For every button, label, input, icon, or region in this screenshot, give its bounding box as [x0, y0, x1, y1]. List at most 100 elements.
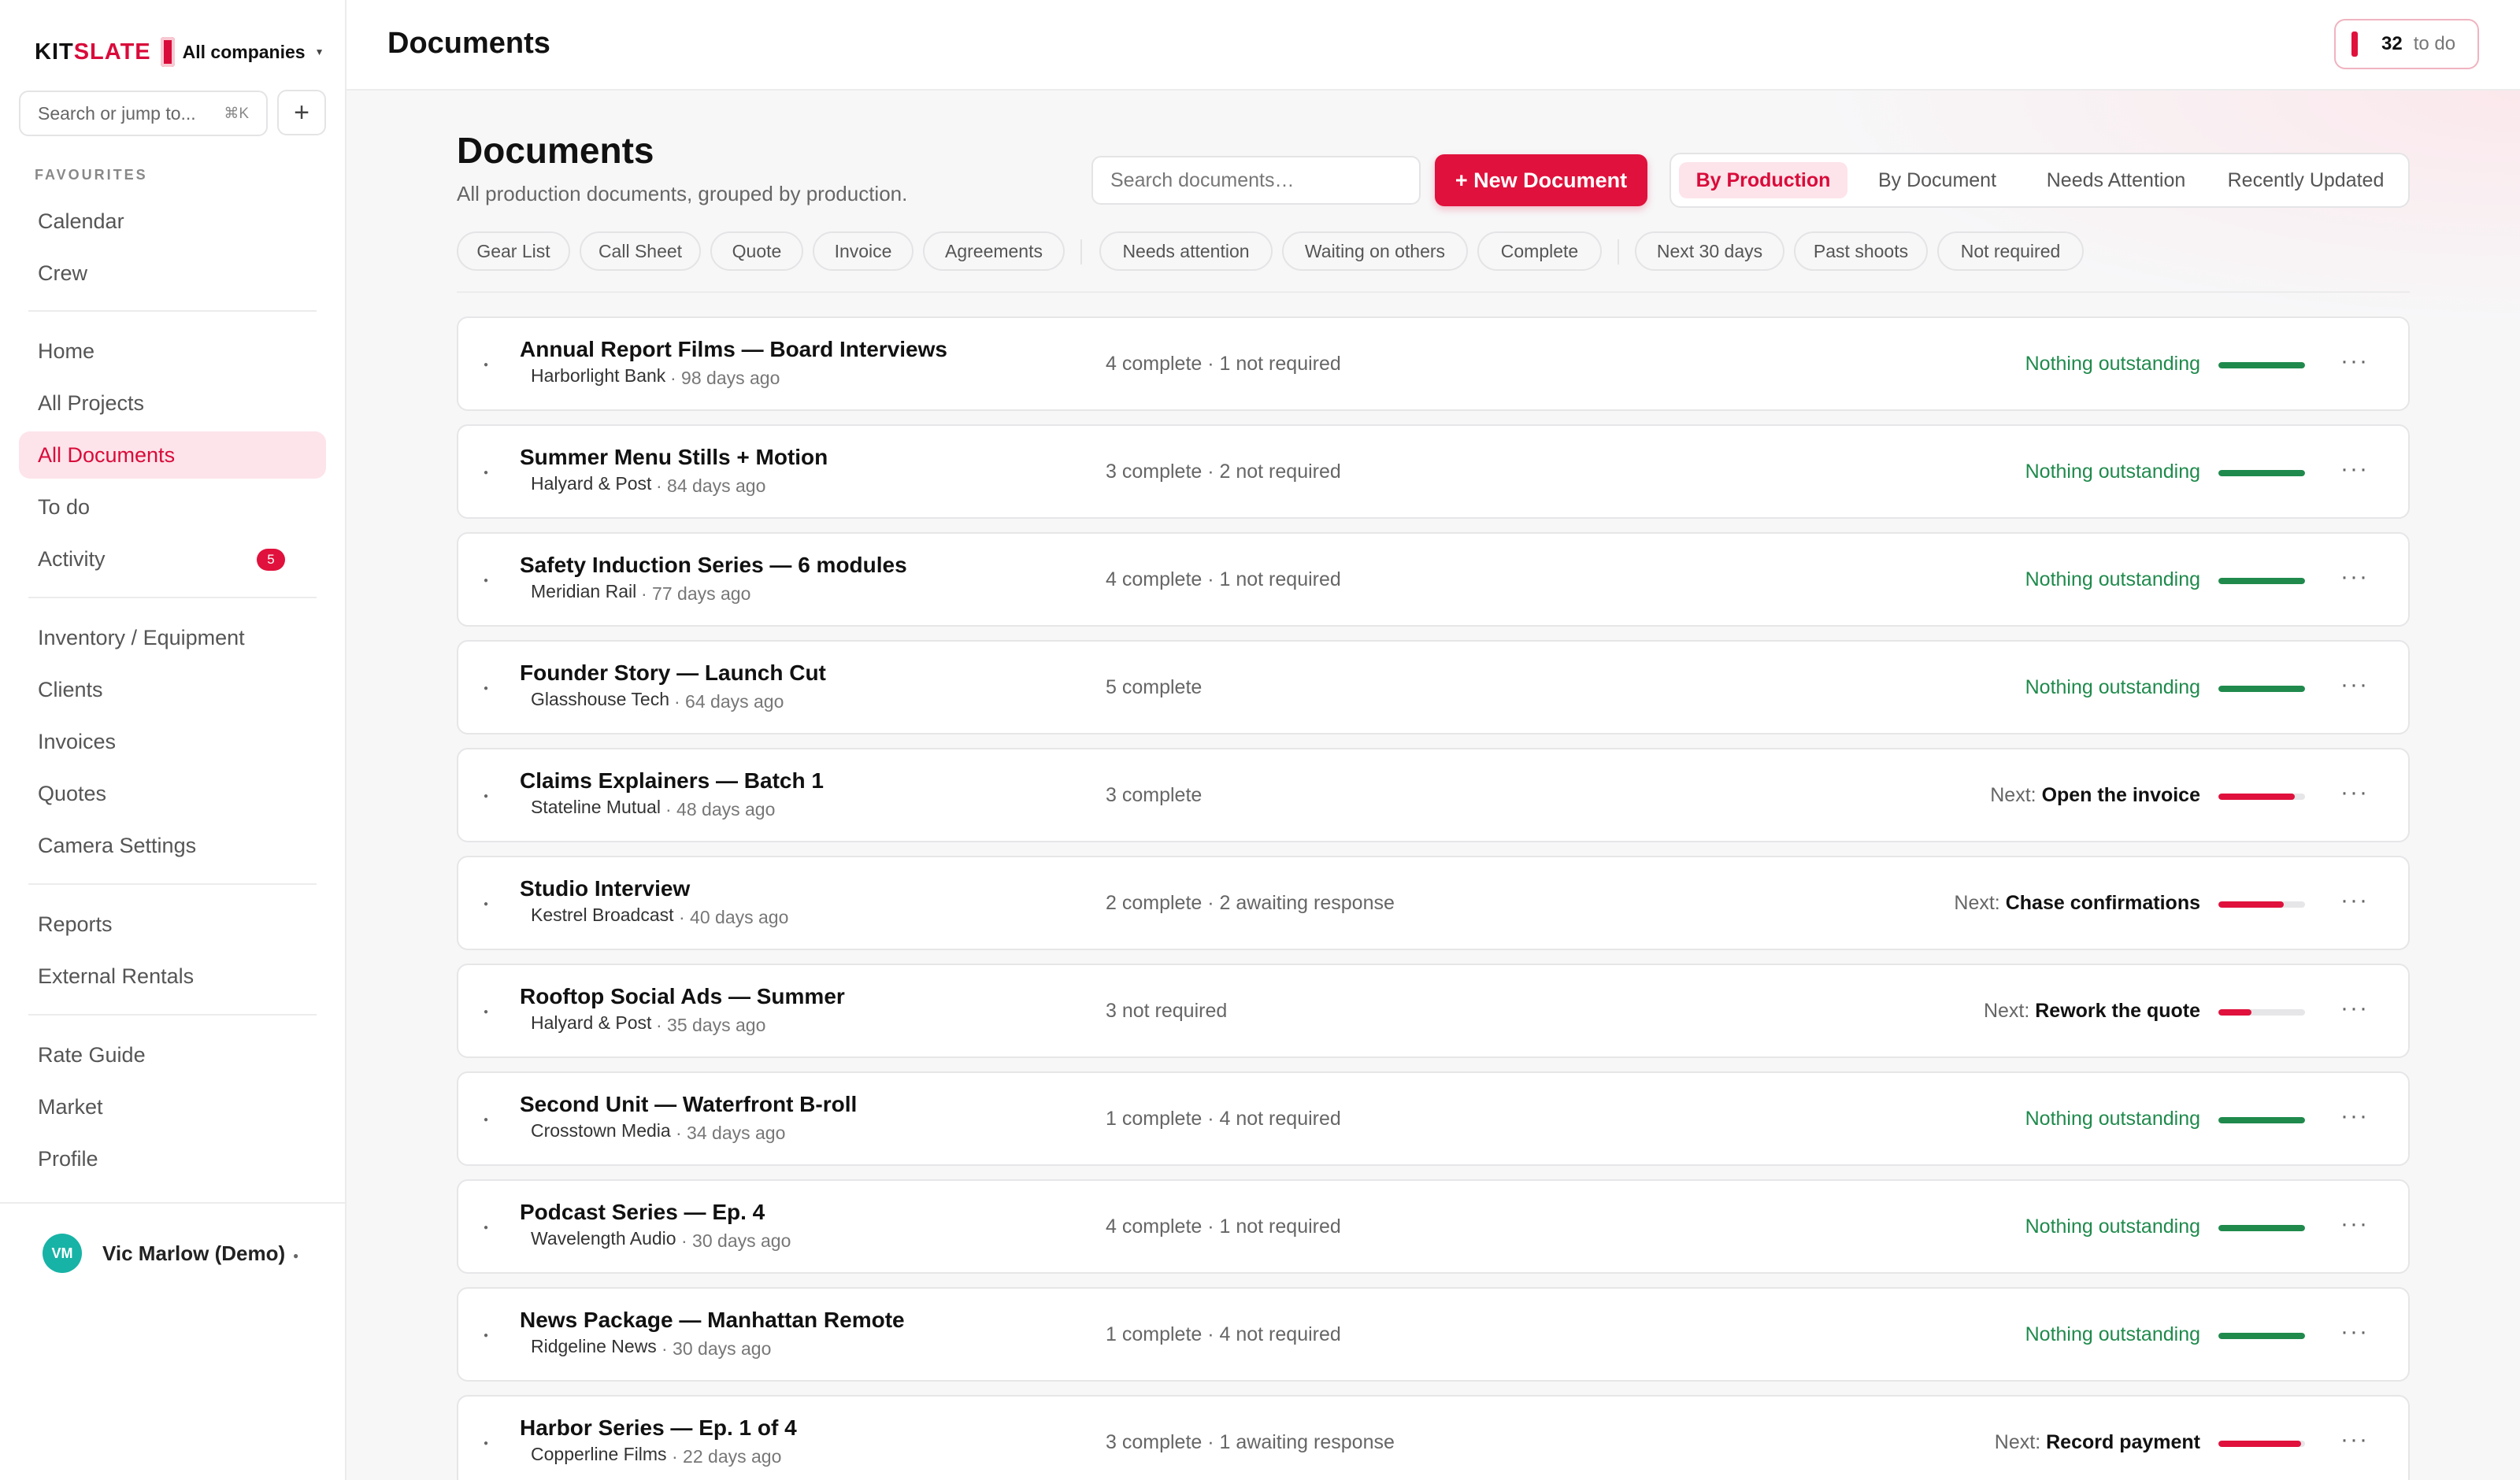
more-options-icon[interactable]: ··· — [2340, 456, 2369, 483]
filter-chip-complete[interactable]: Complete — [1477, 231, 1602, 271]
expand-chevron-icon[interactable]: ● — [484, 576, 488, 585]
more-options-icon[interactable]: ··· — [2340, 1211, 2369, 1238]
sidebar-divider — [28, 1014, 317, 1016]
sidebar-item-calendar[interactable]: Calendar — [19, 198, 326, 245]
production-row[interactable]: ● News Package — Manhattan Remote Ridgelin… — [457, 1287, 2410, 1382]
user-menu-indicator-icon[interactable]: ● — [293, 1250, 298, 1261]
expand-chevron-icon[interactable]: ● — [484, 468, 488, 477]
production-title: Rooftop Social Ads — Summer — [520, 984, 845, 1008]
more-options-icon[interactable]: ··· — [2340, 887, 2369, 914]
expand-chevron-icon[interactable]: ● — [484, 684, 488, 693]
production-row[interactable]: ● Studio Interview Kestrel Broadcast · 40 d… — [457, 856, 2410, 950]
next-action: Nothing outstanding — [2025, 676, 2200, 699]
production-row[interactable]: ● Summer Menu Stills + Motion Halyard & Po… — [457, 424, 2410, 519]
sidebar-item-invoices[interactable]: Invoices — [19, 718, 326, 765]
next-action-text: Nothing outstanding — [2025, 1215, 2200, 1238]
production-row[interactable]: ● Harbor Series — Ep. 1 of 4 Copperline Fi… — [457, 1395, 2410, 1480]
sidebar-item-reports[interactable]: Reports — [19, 901, 326, 948]
new-document-button[interactable]: + New Document — [1435, 154, 1647, 206]
production-title: Harbor Series — Ep. 1 of 4 — [520, 1415, 797, 1440]
progress-bar — [2218, 1441, 2305, 1447]
next-action[interactable]: Next: Record payment — [1995, 1431, 2200, 1454]
production-row[interactable]: ● Rooftop Social Ads — Summer Halyard & Po… — [457, 964, 2410, 1058]
more-options-icon[interactable]: ··· — [2340, 1319, 2369, 1345]
production-row[interactable]: ● Podcast Series — Ep. 4 Wavelength Audio ·… — [457, 1179, 2410, 1274]
sidebar-item-quotes[interactable]: Quotes — [19, 770, 326, 817]
more-options-icon[interactable]: ··· — [2340, 779, 2369, 806]
production-row[interactable]: ● Claims Explainers — Batch 1 Stateline Mu… — [457, 748, 2410, 842]
production-row[interactable]: ● Safety Induction Series — 6 modules Meri… — [457, 532, 2410, 627]
expand-chevron-icon[interactable]: ● — [484, 792, 488, 801]
expand-chevron-icon[interactable]: ● — [484, 1008, 488, 1016]
quick-add-button[interactable]: + — [277, 90, 326, 135]
filter-chip-needs-attention[interactable]: Needs attention — [1099, 231, 1273, 271]
sidebar-item-inventory[interactable]: Inventory / Equipment — [19, 614, 326, 661]
production-title: Summer Menu Stills + Motion — [520, 445, 828, 469]
production-row[interactable]: ● Annual Report Films — Board Interviews H… — [457, 316, 2410, 411]
filter-chip-call-sheet[interactable]: Call Sheet — [580, 231, 701, 271]
filter-chip-past-shoots[interactable]: Past shoots — [1794, 231, 1928, 271]
sidebar-item-all-projects[interactable]: All Projects — [19, 379, 326, 427]
production-title: News Package — Manhattan Remote — [520, 1308, 905, 1332]
filter-chip-not-required[interactable]: Not required — [1937, 231, 2084, 271]
sidebar-item-to-do[interactable]: To do — [19, 483, 326, 531]
production-row[interactable]: ● Second Unit — Waterfront B-roll Crosstow… — [457, 1071, 2410, 1166]
sidebar-item-activity[interactable]: Activity 5 — [19, 535, 326, 583]
next-action-text: Rework the quote — [2035, 1000, 2200, 1022]
todo-counter-button[interactable]: 32 to do — [2334, 19, 2479, 69]
sidebar-item-profile[interactable]: Profile — [19, 1135, 326, 1182]
sidebar-item-camera-settings[interactable]: Camera Settings — [19, 822, 326, 869]
filter-chip-next-30-days[interactable]: Next 30 days — [1635, 231, 1784, 271]
sidebar-item-market[interactable]: Market — [19, 1083, 326, 1130]
next-action: Nothing outstanding — [2025, 461, 2200, 483]
expand-chevron-icon[interactable]: ● — [484, 1331, 488, 1340]
document-status-summary: 2 complete · 2 awaiting response — [1106, 892, 1395, 914]
global-search-input[interactable]: Search or jump to... ⌘K — [19, 91, 268, 136]
document-status-summary: 1 complete · 4 not required — [1106, 1108, 1341, 1130]
production-age: · 48 days ago — [665, 799, 776, 820]
favourites-heading: FAVOURITES — [35, 167, 148, 183]
next-action[interactable]: Next: Chase confirmations — [1954, 892, 2200, 915]
sidebar-item-clients[interactable]: Clients — [19, 666, 326, 713]
expand-chevron-icon[interactable]: ● — [484, 1223, 488, 1232]
document-status-summary: 4 complete · 1 not required — [1106, 1215, 1341, 1238]
company-switcher[interactable]: KITSLATE All companies ▼ — [35, 36, 324, 68]
sidebar-item-rate-guide[interactable]: Rate Guide — [19, 1031, 326, 1079]
sidebar-item-home[interactable]: Home — [19, 327, 326, 375]
more-options-icon[interactable]: ··· — [2340, 1426, 2369, 1453]
user-menu[interactable]: VM Vic Marlow (Demo) — [43, 1234, 285, 1273]
expand-chevron-icon[interactable]: ● — [484, 361, 488, 369]
more-options-icon[interactable]: ··· — [2340, 564, 2369, 590]
production-client: Wavelength Audio — [531, 1228, 676, 1249]
app-logo: KITSLATE — [35, 39, 151, 65]
next-action[interactable]: Next: Open the invoice — [1990, 784, 2200, 807]
production-title: Podcast Series — Ep. 4 — [520, 1200, 765, 1224]
filter-chip-quote[interactable]: Quote — [710, 231, 803, 271]
more-options-icon[interactable]: ··· — [2340, 672, 2369, 698]
filter-chip-invoice[interactable]: Invoice — [813, 231, 914, 271]
more-options-icon[interactable]: ··· — [2340, 995, 2369, 1022]
sidebar-divider — [0, 1202, 346, 1204]
expand-chevron-icon[interactable]: ● — [484, 1116, 488, 1124]
sidebar-item-all-documents[interactable]: All Documents — [19, 431, 326, 479]
progress-bar — [2218, 686, 2305, 692]
tab-by-production[interactable]: By Production — [1679, 162, 1847, 198]
sidebar-item-label: Activity — [38, 546, 106, 571]
filter-chip-agreements[interactable]: Agreements — [923, 231, 1065, 271]
production-age: · 30 days ago — [662, 1338, 772, 1359]
filter-chip-waiting-on-others[interactable]: Waiting on others — [1282, 231, 1468, 271]
tab-by-document[interactable]: By Document — [1855, 162, 2019, 198]
expand-chevron-icon[interactable]: ● — [484, 1439, 488, 1448]
sidebar-item-external-rentals[interactable]: External Rentals — [19, 953, 326, 1000]
next-action[interactable]: Next: Rework the quote — [1984, 1000, 2200, 1023]
tab-needs-attention[interactable]: Needs Attention — [2027, 162, 2205, 198]
filter-chip-gear-list[interactable]: Gear List — [457, 231, 570, 271]
more-options-icon[interactable]: ··· — [2340, 1103, 2369, 1130]
expand-chevron-icon[interactable]: ● — [484, 900, 488, 908]
sidebar-item-crew[interactable]: Crew — [19, 250, 326, 297]
document-search-input[interactable]: Search documents… — [1091, 156, 1421, 205]
production-row[interactable]: ● Founder Story — Launch Cut Glasshouse Te… — [457, 640, 2410, 734]
next-action-text: Record payment — [2046, 1431, 2200, 1453]
more-options-icon[interactable]: ··· — [2340, 348, 2369, 375]
tab-recently-updated[interactable]: Recently Updated — [2213, 162, 2399, 198]
